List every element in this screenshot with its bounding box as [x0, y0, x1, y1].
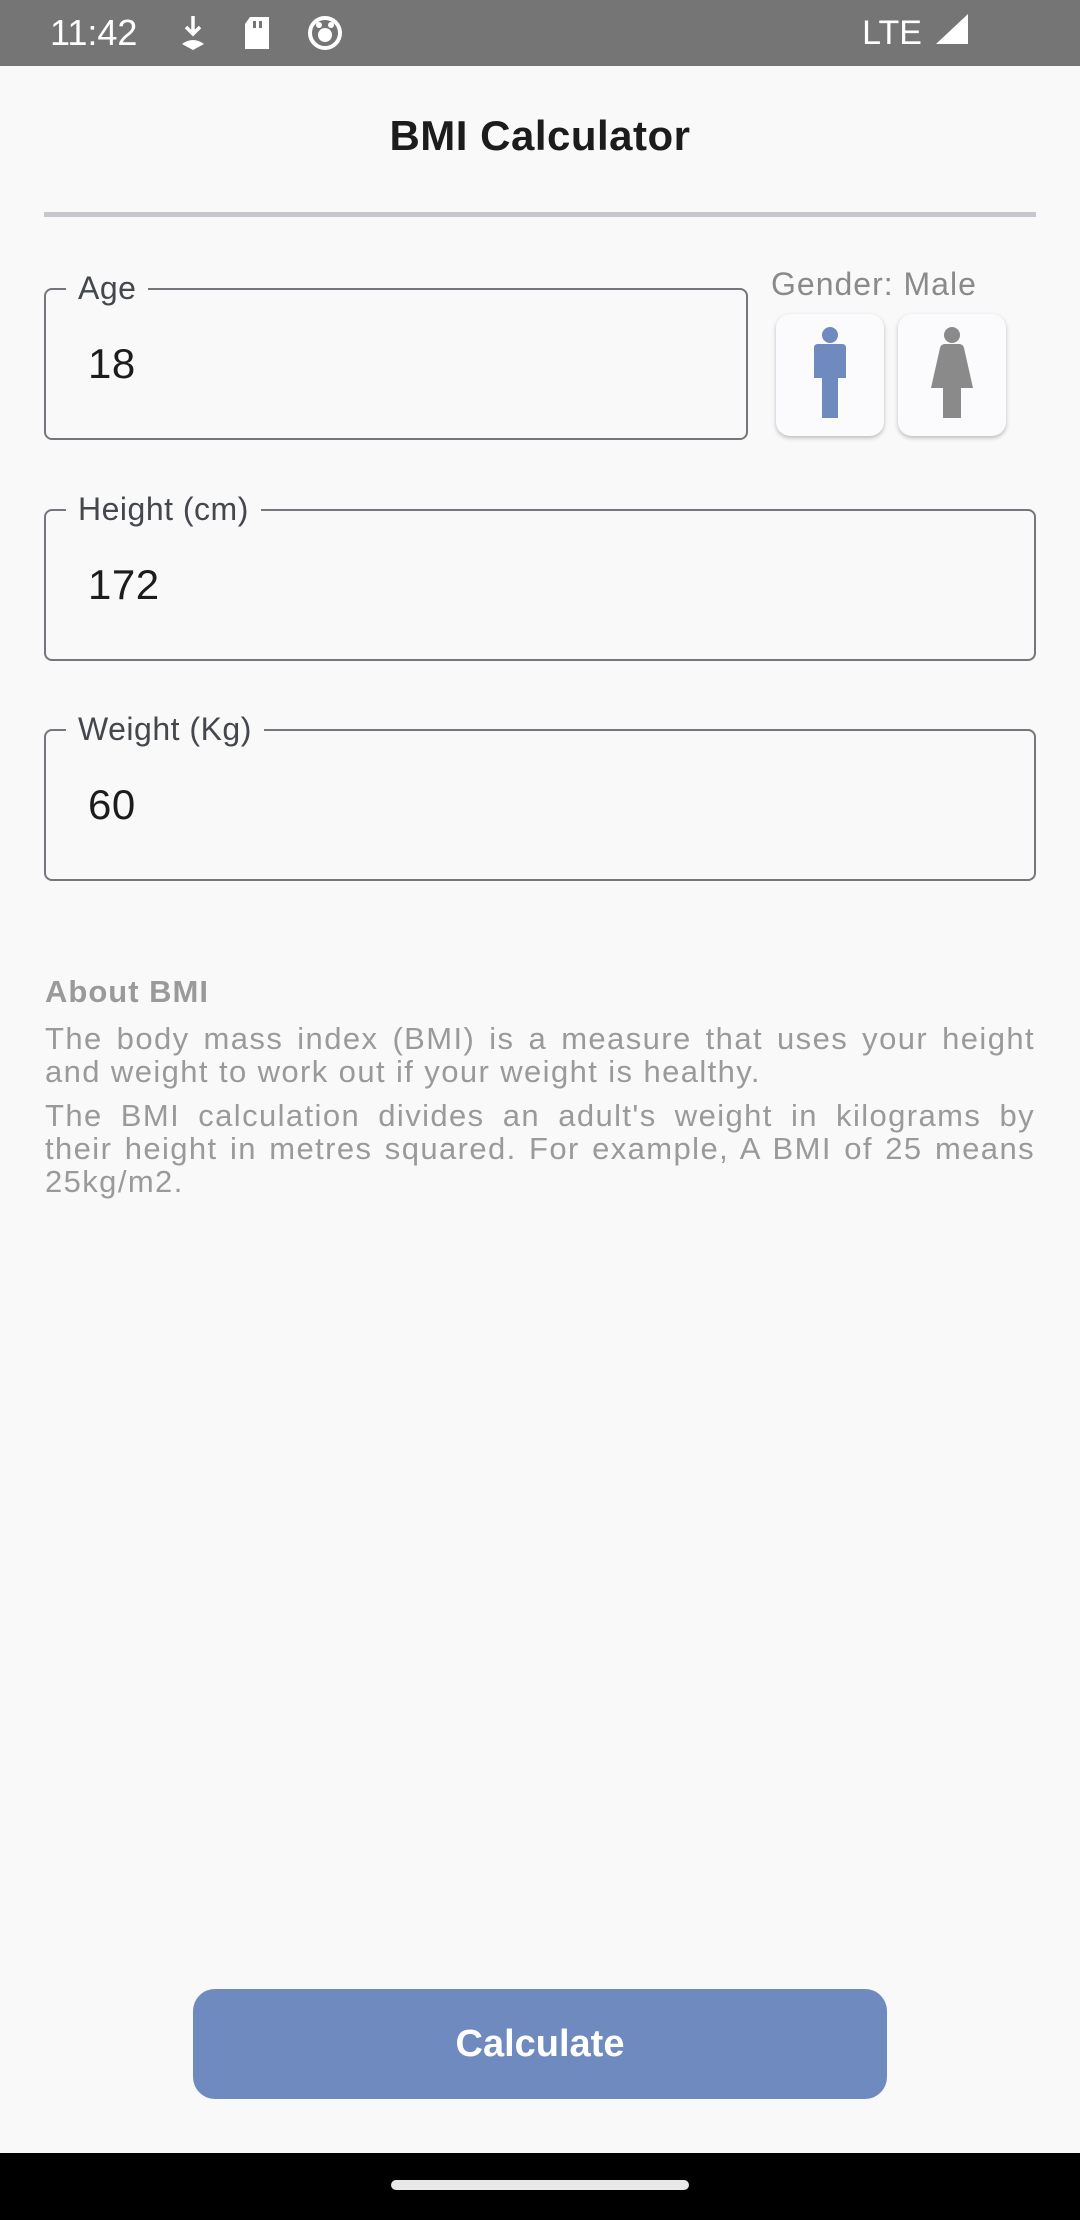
weight-input[interactable]: 60 — [88, 781, 688, 829]
home-handle[interactable] — [391, 2180, 689, 2190]
title-divider — [44, 212, 1036, 217]
about-title: About BMI — [45, 974, 209, 1009]
weight-label: Weight (Kg) — [66, 709, 264, 749]
age-field[interactable]: Age 18 — [44, 268, 748, 440]
signal-icon — [934, 12, 970, 55]
height-label: Height (cm) — [66, 489, 261, 529]
weight-field[interactable]: Weight (Kg) 60 — [44, 709, 1036, 881]
height-field[interactable]: Height (cm) 172 — [44, 489, 1036, 661]
status-bar: 11:42 LTE — [0, 0, 1080, 66]
sd-card-icon — [242, 14, 276, 52]
calculate-button[interactable]: Calculate — [193, 1989, 887, 2099]
page-title: BMI Calculator — [389, 112, 691, 159]
gender-male-button[interactable] — [776, 314, 884, 436]
status-icons — [178, 14, 342, 52]
download-icon — [178, 14, 212, 52]
about-paragraph-1: The body mass index (BMI) is a measure t… — [45, 1021, 1035, 1089]
about-paragraph-2: The BMI calculation divides an adult's w… — [45, 1098, 1035, 1199]
age-label: Age — [66, 268, 149, 308]
height-input[interactable]: 172 — [88, 561, 688, 609]
female-icon — [929, 326, 975, 425]
status-time: 11:42 — [50, 12, 138, 53]
age-input[interactable]: 18 — [88, 340, 688, 388]
app-icon — [306, 14, 342, 52]
male-icon — [810, 326, 850, 425]
status-right: LTE — [862, 12, 970, 55]
network-type: LTE — [862, 14, 922, 52]
gender-label: Gender: Male — [771, 266, 977, 302]
gender-female-button[interactable] — [898, 314, 1006, 436]
